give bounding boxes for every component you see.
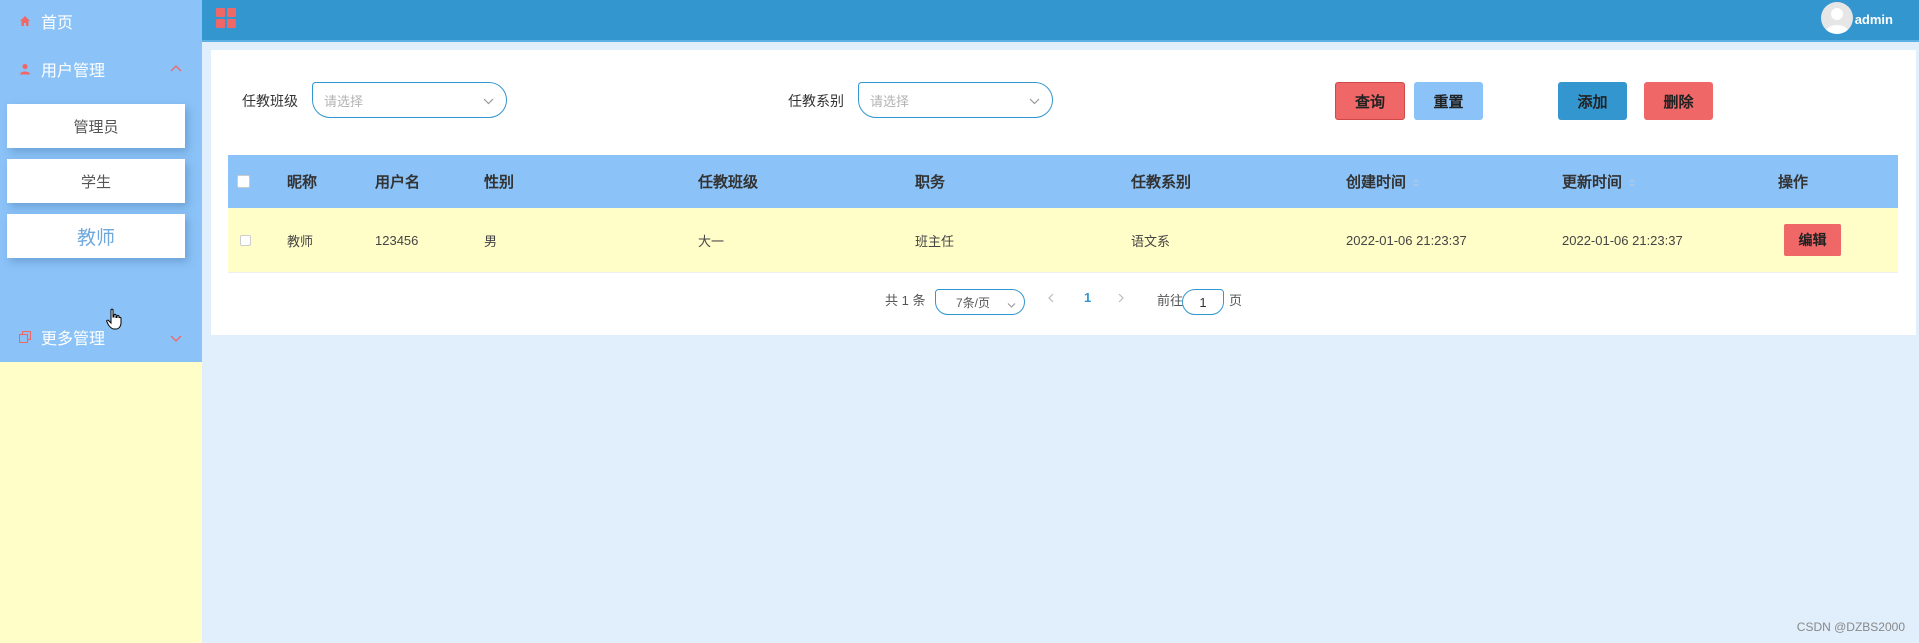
user-submenu: 管理员 学生 教师 — [0, 96, 202, 312]
class-select-placeholder: 请选择 — [324, 93, 364, 109]
sidebar-item-user-management[interactable]: 用户管理 — [0, 41, 202, 96]
sidebar-subitem-admin[interactable]: 管理员 — [7, 104, 185, 148]
avatar[interactable] — [1821, 2, 1853, 34]
page-number[interactable]: 1 — [1084, 290, 1091, 305]
sidebar-item-more-management[interactable]: 更多管理 — [0, 312, 202, 362]
grid-menu-icon[interactable] — [216, 8, 236, 33]
watermark: CSDN @DZBS2000 — [1796, 620, 1905, 634]
cell-department: 语文系 — [1131, 233, 1171, 249]
chevron-up-icon — [170, 59, 182, 77]
cell-class: 大一 — [698, 233, 725, 249]
dept-select[interactable]: 请选择 — [858, 82, 1053, 118]
class-filter-label: 任教班级 — [242, 93, 298, 109]
copy-icon — [18, 330, 32, 344]
page-size-value: 7条/页 — [956, 295, 991, 310]
page-suffix: 页 — [1229, 293, 1243, 308]
column-header-created[interactable]: 创建时间 — [1346, 171, 1420, 192]
dept-filter-label: 任教系别 — [788, 93, 844, 109]
select-all-checkbox[interactable] — [237, 175, 250, 188]
sidebar-item-label: 用户管理 — [41, 62, 106, 80]
chevron-down-icon — [1029, 93, 1040, 108]
cell-created-time: 2022-01-06 21:23:37 — [1346, 232, 1467, 248]
goto-label: 前往 — [1157, 293, 1184, 308]
delete-button[interactable]: 删除 — [1644, 82, 1713, 120]
class-select[interactable]: 请选择 — [312, 82, 507, 118]
dept-select-placeholder: 请选择 — [870, 93, 910, 109]
main-panel: 任教班级 请选择 任教系别 请选择 查询 重置 添加 删除 昵称 用户名 性别 … — [211, 50, 1916, 335]
cell-nickname: 教师 — [287, 233, 314, 249]
prev-page-icon[interactable] — [1047, 291, 1055, 306]
chevron-down-icon — [1007, 298, 1016, 312]
data-table: 昵称 用户名 性别 任教班级 职务 任教系别 创建时间 更新时间 操作 教师 1… — [228, 155, 1898, 273]
sidebar-subitem-student[interactable]: 学生 — [7, 159, 185, 203]
sort-icon[interactable] — [1412, 175, 1420, 192]
table-row: 教师 123456 男 大一 班主任 语文系 2022-01-06 21:23:… — [228, 208, 1898, 273]
table-header: 昵称 用户名 性别 任教班级 职务 任教系别 创建时间 更新时间 操作 — [228, 155, 1898, 208]
sidebar-subitem-teacher[interactable]: 教师 — [7, 214, 185, 258]
column-header: 昵称 — [287, 174, 318, 191]
column-header: 更新时间 — [1562, 174, 1623, 191]
column-header: 任教班级 — [698, 174, 759, 191]
top-header: admin — [202, 0, 1919, 42]
sidebar-item-label: 更多管理 — [41, 331, 106, 348]
username[interactable]: admin — [1855, 12, 1893, 27]
sidebar-item-home[interactable]: 首页 — [0, 0, 202, 41]
query-button[interactable]: 查询 — [1335, 82, 1405, 120]
column-header-updated[interactable]: 更新时间 — [1562, 171, 1636, 192]
home-icon — [18, 14, 32, 28]
row-checkbox[interactable] — [240, 234, 251, 246]
edit-button[interactable]: 编辑 — [1784, 224, 1841, 256]
cell-username: 123456 — [375, 232, 419, 248]
goto-page-input[interactable]: 1 — [1182, 289, 1224, 315]
sidebar: 首页 用户管理 管理员 学生 教师 更多管理 — [0, 0, 202, 643]
user-icon — [18, 62, 32, 76]
column-header: 创建时间 — [1346, 174, 1407, 191]
add-button[interactable]: 添加 — [1558, 82, 1627, 120]
column-header: 任教系别 — [1131, 174, 1192, 191]
column-header: 操作 — [1778, 174, 1809, 191]
column-header: 职务 — [915, 174, 946, 191]
chevron-down-icon — [483, 93, 494, 108]
column-header: 性别 — [484, 174, 515, 191]
cell-updated-time: 2022-01-06 21:23:37 — [1562, 232, 1683, 248]
sidebar-item-label: 首页 — [41, 14, 74, 32]
next-page-icon[interactable] — [1117, 291, 1125, 306]
reset-button[interactable]: 重置 — [1414, 82, 1483, 120]
pagination-total: 共 1 条 — [885, 293, 926, 308]
chevron-down-icon — [170, 330, 182, 348]
page-size-select[interactable]: 7条/页 — [935, 289, 1025, 315]
cell-gender: 男 — [484, 233, 498, 249]
sort-icon[interactable] — [1628, 175, 1636, 192]
hand-cursor-icon — [106, 308, 122, 335]
column-header: 用户名 — [375, 174, 421, 191]
cell-position: 班主任 — [915, 233, 955, 249]
